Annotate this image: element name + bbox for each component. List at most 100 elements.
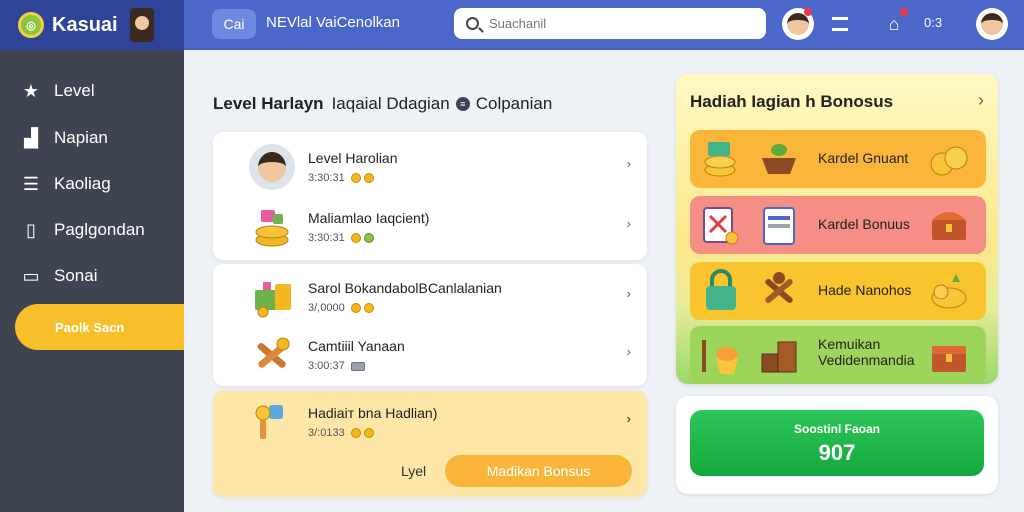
search-bar[interactable] (454, 8, 766, 39)
list-item-meta: 3:30:31 (308, 232, 374, 244)
total-value: 907 (818, 440, 856, 465)
list-item-meta: 3/,0000 (308, 302, 374, 314)
level-card-1: Level Harolian 3:30:31 › Maliamlao Iaqci… (213, 132, 647, 260)
gift-icon (255, 282, 291, 318)
sidebar-item-label: Sonai (54, 266, 98, 285)
rewards-panel: Hadiah Iagian h Bonosus › Kardel Gnuant (676, 74, 998, 384)
coin-icon (350, 233, 361, 243)
sidebar-item-label: Napian (54, 128, 108, 147)
sidebar-item-label: Kaoliag (54, 174, 111, 193)
total-card: Soostinl Faoan 907 (676, 396, 998, 494)
page-icon: ▭ (22, 265, 40, 286)
treasure-chest-icon (932, 212, 966, 240)
list-item[interactable]: Maliamlao Iaqcient) 3:30:31 › (213, 198, 647, 254)
reward-label: Kemuikan Vedidenmandia (818, 336, 915, 368)
chevron-right-icon[interactable]: › (627, 156, 631, 171)
sidebar-item-kaoliag[interactable]: ☰ Kaoliag (20, 170, 111, 198)
level-card-3: Hadiaiт bna Hadlian) 3/:0133 › Lyel Madi… (213, 391, 647, 497)
section-title-sub: Iaqaial Ddagian (331, 94, 450, 113)
header-title: NEVlal VaiCenolkan (266, 14, 400, 31)
avatar (249, 144, 295, 190)
coin-stack-icon (704, 142, 736, 177)
list-item[interactable]: Sarol BokandabolВCanlalanian 3/,0000 › (213, 268, 647, 324)
sidebar-item-napian[interactable]: ▟ Napian (20, 124, 108, 152)
list-item-meta: 3/:0133 (308, 427, 374, 439)
reward-item[interactable]: Kemuikan Vedidenmandia (690, 326, 986, 384)
coin-icon (363, 428, 374, 438)
level-card-2: Sarol BokandabolВCanlalanian 3/,0000 › C… (213, 264, 647, 386)
header-counter: 0:3 (924, 15, 943, 30)
reward-label: Kardel Gnuant (818, 150, 909, 166)
list-item-meta: 3:00:37 (308, 360, 365, 372)
coin-icon (350, 173, 361, 183)
sidebar-cta-button[interactable]: Paolk Sacn (15, 304, 184, 350)
sidebar-item-sonai[interactable]: ▭ Sonai (20, 262, 97, 290)
book-icon: ▯ (26, 219, 36, 240)
chevron-right-icon[interactable]: › (627, 411, 631, 426)
gold-coins-icon (930, 146, 968, 176)
profile-face-icon (981, 13, 1003, 35)
tools-icon (257, 337, 290, 368)
menu-button[interactable] (824, 8, 856, 40)
chest-icon (932, 346, 966, 372)
reward-item[interactable]: Hade Nanohos (690, 262, 986, 320)
list-item-title: Camtiiil Yanaan (308, 338, 405, 354)
home-notification-dot (900, 8, 908, 16)
profile-avatar[interactable] (976, 8, 1008, 40)
section-title-main: Level Harlayn (213, 94, 324, 113)
list-icon: ☰ (22, 173, 40, 194)
stats-icon: ▟ (24, 127, 38, 148)
rewards-title: Hadiah Iagian h Bonosus (690, 92, 894, 111)
sidebar: ★ Level ▟ Napian ☰ Kaoliag ▯ Paglgondan … (0, 50, 184, 512)
coin-stack-icon (255, 210, 289, 247)
lock-icon (706, 269, 736, 310)
sidebar-item-level[interactable]: ★ Level (20, 77, 95, 105)
sidebar-item-label: Level (54, 81, 95, 100)
ticket-icon (350, 361, 365, 371)
claim-bonus-button[interactable]: Madikan Bonsus (445, 455, 632, 487)
total-button[interactable]: Soostinl Faoan 907 (690, 410, 984, 476)
home-icon: ⌂ (888, 13, 900, 34)
crossed-tools-icon (765, 272, 793, 303)
list-item[interactable]: Level Harolian 3:30:31 › (213, 138, 647, 194)
avatar-face-icon (787, 13, 809, 35)
header-chip[interactable]: Cai (212, 9, 256, 39)
search-input[interactable] (489, 16, 749, 31)
sidebar-item-paglgondan[interactable]: ▯ Paglgondan (20, 216, 145, 244)
reward-item[interactable]: Kardel Gnuant (690, 130, 986, 188)
coin-icon (350, 303, 361, 313)
chevron-right-icon[interactable]: › (627, 216, 631, 231)
home-button[interactable]: ⌂ (878, 8, 910, 40)
total-label: Soostinl Faoan (793, 422, 880, 436)
card-gift-icon (703, 207, 739, 245)
reward-item[interactable]: Kardel Bonuus (690, 196, 986, 254)
sidebar-item-label: Paglgondan (54, 220, 145, 239)
list-item-title: Level Harolian (308, 150, 398, 166)
list-item[interactable]: Camtiiil Yanaan 3:00:37 › (213, 326, 647, 382)
list-item-title: Maliamlao Iaqcient) (308, 210, 430, 226)
coin-icon (363, 303, 374, 313)
section-title-extra: Colpanian (475, 94, 553, 113)
brand-avatar (129, 8, 154, 42)
chevron-right-icon[interactable]: › (627, 344, 631, 359)
list-item[interactable]: Hadiaiт bna Hadlian) 3/:0133 › (213, 393, 647, 449)
menu-icon (832, 17, 848, 31)
reward-label: Hade Nanohos (818, 282, 912, 298)
app-logo-icon: ◎ (18, 12, 44, 38)
gem-icon (363, 233, 374, 243)
chevron-right-icon[interactable]: › (978, 90, 984, 111)
level-label: Lyel (401, 463, 427, 479)
brand[interactable]: ◎ Kasuai (0, 0, 184, 50)
chevron-right-icon[interactable]: › (627, 286, 631, 301)
notification-dot (804, 8, 812, 16)
filter-icon[interactable]: ≡ (455, 97, 470, 111)
cupcake-icon (702, 340, 738, 374)
coin-basket-icon (931, 274, 967, 309)
basket-icon (762, 144, 796, 174)
list-item-title: Hadiaiт bna Hadlian) (308, 405, 438, 421)
reward-label: Kardel Bonuus (818, 216, 910, 232)
user-avatar[interactable] (782, 8, 814, 40)
calendar-icon (763, 207, 795, 245)
search-icon (466, 17, 479, 30)
list-item-title: Sarol BokandabolВCanlalanian (308, 280, 502, 296)
